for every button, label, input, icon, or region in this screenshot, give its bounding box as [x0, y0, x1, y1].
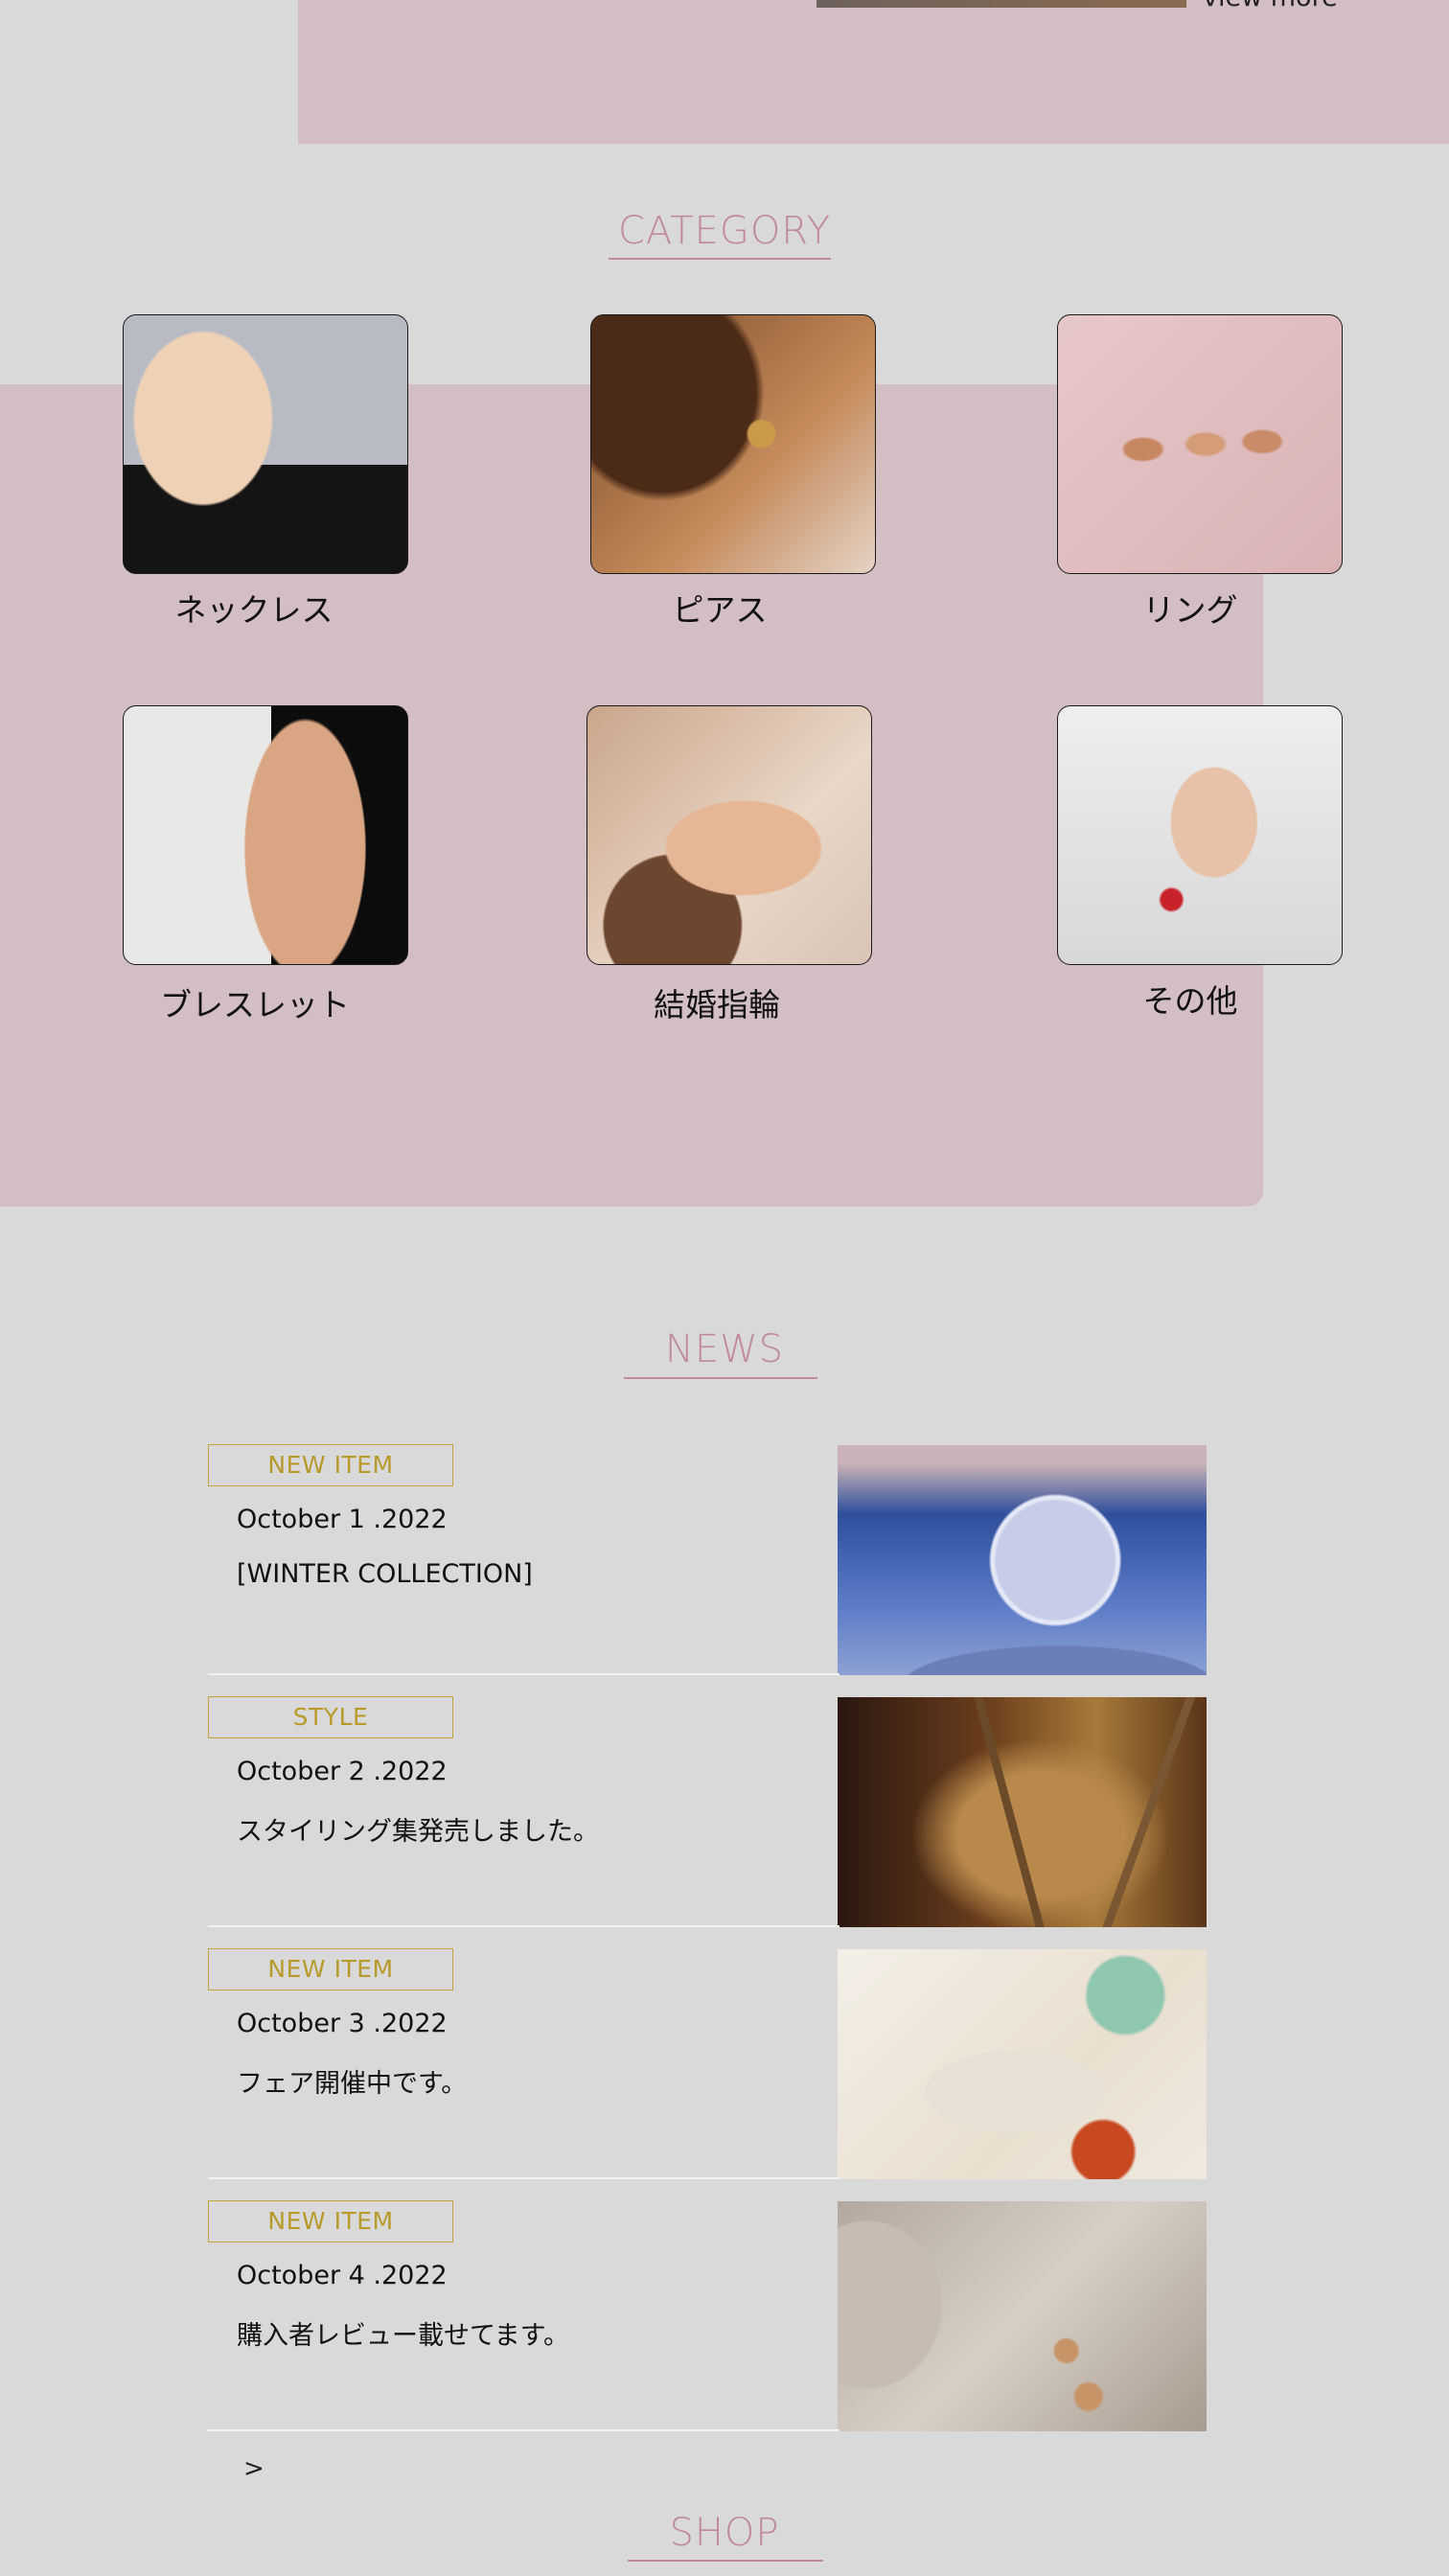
- news-headline[interactable]: フェア開催中です。: [237, 2062, 467, 2100]
- news-image-styling[interactable]: [838, 1697, 1207, 1927]
- news-title-underline: [624, 1377, 817, 1379]
- news-tag: NEW ITEM: [208, 1948, 453, 1990]
- category-card-bracelet[interactable]: [123, 705, 408, 965]
- category-label-bracelet[interactable]: ブレスレット: [111, 979, 399, 1025]
- news-image-winter-collection[interactable]: [838, 1445, 1207, 1675]
- category-label-other[interactable]: その他: [1046, 976, 1334, 1022]
- news-headline[interactable]: 購入者レビュー載せてます。: [237, 2314, 569, 2352]
- category-card-other[interactable]: [1057, 705, 1343, 965]
- news-divider: [208, 1673, 840, 1675]
- top-thumbnail-image: [816, 0, 1186, 8]
- news-title: NEWS: [664, 1327, 785, 1371]
- news-headline[interactable]: [WINTER COLLECTION]: [237, 1559, 533, 1589]
- category-card-earring[interactable]: [590, 314, 876, 574]
- category-label-ring[interactable]: リング: [1046, 585, 1334, 631]
- category-label-necklace[interactable]: ネックレス: [110, 585, 398, 631]
- news-divider: [208, 1925, 840, 1927]
- category-card-ring[interactable]: [1057, 314, 1343, 574]
- news-date: October 1 .2022: [237, 1505, 448, 1534]
- shop-title: SHOP: [669, 2511, 780, 2555]
- category-title: CATEGORY: [617, 209, 832, 253]
- news-image-reviews[interactable]: [838, 2201, 1207, 2431]
- news-date: October 4 .2022: [237, 2261, 448, 2290]
- news-divider: [208, 2177, 840, 2179]
- category-card-necklace[interactable]: [123, 314, 408, 574]
- category-card-wedding-ring[interactable]: [586, 705, 872, 965]
- news-date: October 2 .2022: [237, 1757, 448, 1786]
- news-headline[interactable]: スタイリング集発売しました。: [237, 1810, 599, 1848]
- view-more-link[interactable]: view more: [1203, 0, 1338, 12]
- news-tag: NEW ITEM: [208, 1444, 453, 1486]
- news-tag: NEW ITEM: [208, 2200, 453, 2242]
- category-label-wedding-ring[interactable]: 結婚指輪: [573, 979, 861, 1025]
- category-label-earring[interactable]: ピアス: [576, 585, 863, 631]
- news-image-fair[interactable]: [838, 1949, 1207, 2179]
- news-divider: [208, 2429, 840, 2431]
- news-date: October 3 .2022: [237, 2009, 448, 2038]
- news-tag: STYLE: [208, 1696, 453, 1738]
- top-section-band: [298, 0, 1449, 144]
- shop-title-underline: [628, 2560, 823, 2562]
- category-title-underline: [609, 258, 831, 260]
- news-more-arrow-icon[interactable]: >: [243, 2454, 264, 2483]
